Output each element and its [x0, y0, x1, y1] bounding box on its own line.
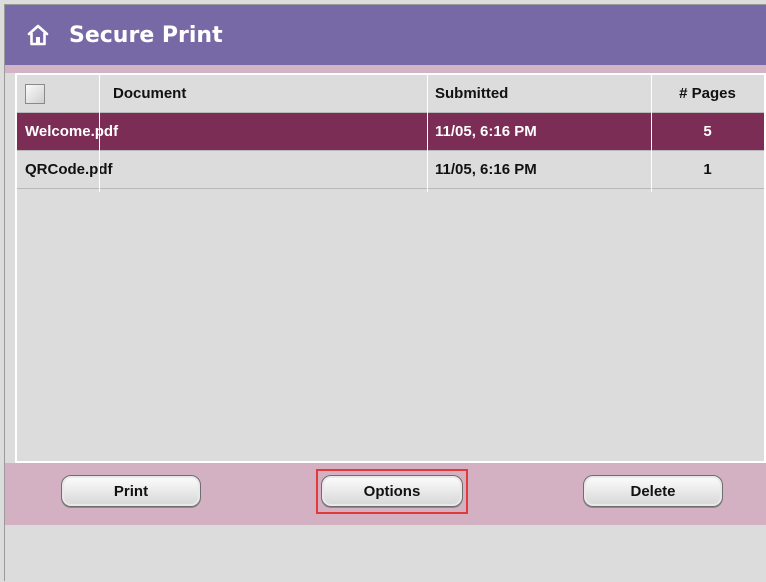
- column-header-document[interactable]: Document: [99, 75, 427, 113]
- column-header-pages[interactable]: # Pages: [651, 75, 764, 113]
- column-header-label: # Pages: [679, 85, 736, 102]
- column-header-label: Document: [113, 85, 187, 102]
- header-bar: Secure Print: [5, 5, 766, 65]
- footer-area: [5, 525, 766, 582]
- row-submitted: 11/05, 6:16 PM: [435, 161, 537, 178]
- delete-button[interactable]: Delete: [583, 475, 723, 507]
- column-divider: [427, 75, 428, 192]
- home-icon[interactable]: [25, 22, 51, 48]
- row-submitted: 11/05, 6:16 PM: [435, 123, 537, 140]
- column-divider: [651, 75, 652, 192]
- action-bar: Print Options Delete: [5, 463, 766, 525]
- column-divider: [99, 75, 100, 192]
- row-pages: 5: [703, 123, 712, 140]
- secure-print-window: Secure Print Document Submitted # Pages …: [4, 4, 766, 582]
- options-button[interactable]: Options: [321, 475, 463, 507]
- row-document: Welcome.pdf: [25, 123, 119, 140]
- print-button[interactable]: Print: [61, 475, 201, 507]
- header-divider: [5, 65, 766, 73]
- document-table: Document Submitted # Pages Welcome.pdf 1…: [15, 73, 766, 463]
- page-title: Secure Print: [69, 22, 223, 48]
- select-all-checkbox[interactable]: [25, 83, 45, 104]
- column-header-submitted[interactable]: Submitted: [427, 75, 651, 113]
- column-header-label: Submitted: [435, 85, 509, 102]
- row-pages: 1: [703, 161, 712, 178]
- select-all-cell: [17, 75, 99, 113]
